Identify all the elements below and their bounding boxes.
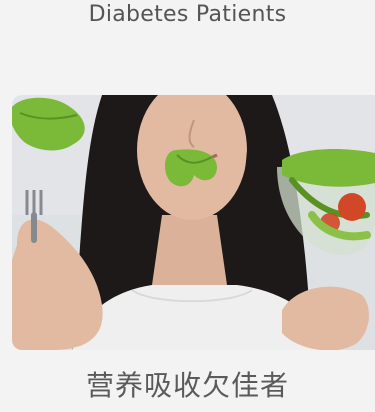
card-title: Diabetes Patients <box>88 2 287 27</box>
info-card: Diabetes Patients 营养吸收欠佳者 <box>0 0 375 412</box>
card-caption: 营养吸收欠佳者 <box>85 369 289 402</box>
photo-woman-eating-salad <box>12 95 375 350</box>
woman-eating-salad-image <box>12 95 375 350</box>
